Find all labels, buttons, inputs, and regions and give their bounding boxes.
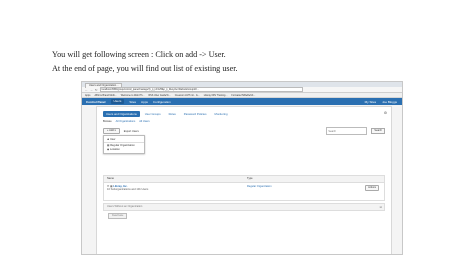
bookmark-item[interactable]: Apps <box>85 94 90 97</box>
collapse-icon[interactable]: ⊖ <box>379 204 382 210</box>
bookmark-item[interactable]: Creacom LMT mit - G... <box>175 94 200 97</box>
menu-item-label: Location <box>110 148 120 152</box>
users-and-organizations-panel: ⚙ Users and Organizations User Groups Ro… <box>96 106 392 254</box>
bookmark-item[interactable]: Welcome to Web Ph... <box>121 94 145 97</box>
toolbar: + Add ▾ Export Users Search <box>103 127 385 135</box>
menu-item-label: Regular Organization <box>110 144 135 148</box>
users-without-organization-header: Users Without an Organization ⊖ <box>103 203 385 211</box>
add-dropdown-menu: ♟ User ▦ Regular Organization ◉ Location <box>103 135 145 155</box>
control-panel-dock: Control Panel Users Sites Apps Configura… <box>82 98 402 105</box>
dock-item-configuration[interactable]: Configuration <box>153 100 171 104</box>
subtab-all-users[interactable]: All Users <box>139 120 149 123</box>
menu-item-user[interactable]: ♟ User <box>104 137 144 141</box>
screenshot-frame: Users and Organization... ← → ↻ localhos… <box>82 82 402 254</box>
actions-button-label: Actions <box>368 186 376 189</box>
reload-icon[interactable]: ↻ <box>95 88 98 92</box>
subtab-all-organizations[interactable]: All Organizations <box>116 120 136 123</box>
subtab-browse[interactable]: Browse <box>103 120 112 123</box>
user-icon: ♟ <box>107 137 110 141</box>
chevron-down-icon: ▾ <box>114 129 116 132</box>
my-sites-menu[interactable]: My Sites <box>365 100 377 104</box>
search-button[interactable]: Search <box>371 128 385 134</box>
deactivate-button[interactable]: Deactivate <box>108 213 128 219</box>
instruction-line-1: You will get following screen : Click on… <box>52 50 226 59</box>
bookmark-item[interactable]: Affirms Brand Mobi... <box>94 94 116 97</box>
table-row: ☐ ▦ Liferay, Inc. 10 Suborganizations an… <box>107 185 381 195</box>
dock-item-sites[interactable]: Sites <box>129 100 136 104</box>
actions-button[interactable]: Actions <box>365 185 379 191</box>
menu-item-label: User <box>110 137 116 141</box>
column-type: Type <box>247 177 253 180</box>
bookmark-item[interactable]: Liferay 6DV Training... <box>204 94 228 97</box>
tab-roles[interactable]: Roles <box>166 111 179 117</box>
bookmark-item[interactable]: FormatterToBeRefUt... <box>231 94 255 97</box>
menu-divider <box>104 142 144 143</box>
table-header: Name Type <box>104 176 384 183</box>
tab-password-policies[interactable]: Password Policies <box>181 111 210 117</box>
add-button[interactable]: + Add ▾ <box>103 128 120 134</box>
column-name: Name <box>107 177 114 180</box>
tab-monitoring[interactable]: Monitoring <box>212 111 231 117</box>
dock-title[interactable]: Control Panel <box>86 100 106 104</box>
dock-item-users[interactable]: Users <box>110 99 125 104</box>
panel-tabs: Users and Organizations User Groups Role… <box>97 110 391 117</box>
search-input[interactable] <box>326 127 368 135</box>
forward-icon[interactable]: → <box>90 88 93 92</box>
bookmark-item[interactable]: RSS Uber GuideTo... <box>148 94 170 97</box>
tab-user-groups[interactable]: User Groups <box>142 111 164 117</box>
user-menu[interactable]: Joe Bloggs <box>382 100 397 104</box>
organizations-table: Name Type ☐ ▦ Liferay, Inc. 10 Suborgani… <box>103 175 385 201</box>
back-icon[interactable]: ← <box>85 88 88 92</box>
organization-type[interactable]: Regular Organization <box>247 185 272 188</box>
organization-summary: 10 Suborganizations and 101 Users <box>107 188 149 191</box>
export-users-link[interactable]: Export Users <box>124 130 139 133</box>
dock-item-apps[interactable]: Apps <box>141 100 148 104</box>
section-title: Users Without an Organization <box>107 205 143 208</box>
menu-item-location[interactable]: ◉ Location <box>104 148 144 152</box>
tab-users-and-organizations[interactable]: Users and Organizations <box>103 110 140 117</box>
sub-navigation: Browse All Organizations All Users <box>103 120 150 123</box>
instruction-line-2: At the end of page, you will find out li… <box>52 64 238 73</box>
url-field[interactable]: localhost:8080/group/control_panel/manag… <box>99 86 303 93</box>
location-icon: ◉ <box>107 148 110 152</box>
gear-icon[interactable]: ⚙ <box>384 111 387 115</box>
